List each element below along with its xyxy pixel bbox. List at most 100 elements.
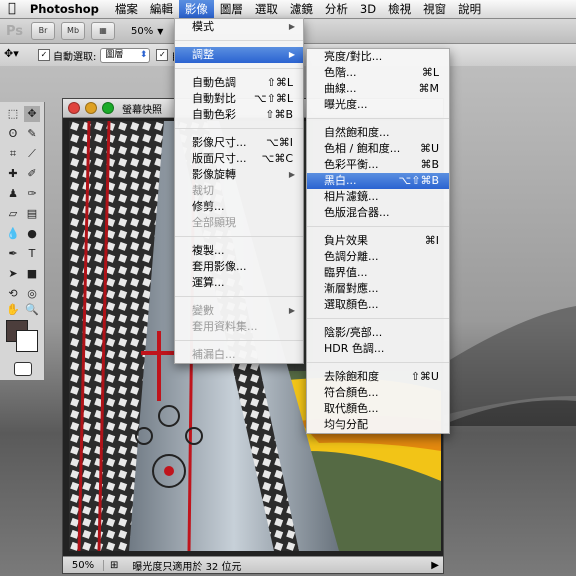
zoom-level[interactable]: 50% [131,26,153,37]
crop-tool-icon[interactable]: ⌗ [5,146,21,162]
shape-tool-icon[interactable]: ■ [24,266,40,282]
menu-window[interactable]: 視窗 [417,0,452,18]
clone-stamp-tool-icon[interactable]: ♟ [5,186,21,202]
adjust-menu-item[interactable]: 色版混合器... [307,205,449,221]
image-menu-item[interactable]: 自動色彩 ⇧⌘B [175,107,303,123]
image-menu-item[interactable]: 自動色調 ⇧⌘L [175,75,303,91]
minimize-icon[interactable] [85,102,97,114]
info-icon[interactable]: ⊞ [110,560,118,571]
menu-view[interactable]: 檢視 [382,0,417,18]
chevron-down-icon[interactable]: ▼ [157,27,163,36]
image-menu-item[interactable]: 複製... [175,243,303,259]
shortcut-label: ⌘M [418,82,440,95]
zoom-tool-icon[interactable]: 🔍 [24,302,40,318]
adjust-menu-item[interactable]: 自然飽和度... [307,125,449,141]
adjust-menu-item[interactable]: 亮度/對比... [307,49,449,65]
move-tool-icon[interactable]: ✥ [24,106,40,122]
adjust-menu-item[interactable]: 符合顏色... [307,385,449,401]
adjust-menu-item[interactable]: 去除飽和度 ⇧⌘U [307,369,449,385]
adjust-menu-item-label: 自然飽和度... [324,126,390,139]
adjust-menu-item[interactable]: 色調分離... [307,249,449,265]
image-menu-item-label: 影像旋轉 [192,168,236,181]
image-menu-item[interactable]: 影像尺寸... ⌥⌘I [175,135,303,151]
close-icon[interactable] [68,102,80,114]
adjust-menu-item[interactable]: 選取顏色... [307,297,449,313]
adjust-menu-separator [307,118,449,119]
menu-help[interactable]: 說明 [452,0,487,18]
dodge-tool-icon[interactable]: ● [24,226,40,242]
image-menu-item-label: 版面尺寸... [192,152,247,165]
document-zoom[interactable]: 50% [63,559,104,571]
adjust-menu-item[interactable]: 陰影/亮部... [307,325,449,341]
status-arrow-icon[interactable]: ▶ [431,560,439,571]
adjust-menu-item[interactable]: 相片濾鏡... [307,189,449,205]
mini-bridge-button[interactable]: Mb [61,22,86,40]
blur-tool-icon[interactable]: 💧 [5,226,21,242]
adjust-menu-item[interactable]: HDR 色調... [307,341,449,357]
adjust-menu-item[interactable]: 負片效果 ⌘I [307,233,449,249]
brush-tool-icon[interactable]: ✐ [24,166,40,182]
move-tool-preset-icon[interactable]: ✥▾ [4,47,30,63]
pen-tool-icon[interactable]: ✒ [5,246,21,262]
adjust-menu-item[interactable]: 曝光度... [307,97,449,113]
image-menu-item[interactable]: 運算... [175,275,303,291]
menu-edit[interactable]: 編輯 [144,0,179,18]
image-menu-item: 變數 ▶ [175,303,303,319]
eyedropper-tool-icon[interactable]: ⟋ [24,146,40,162]
document-title: 螢幕快照 [122,104,162,116]
menu-image[interactable]: 影像 [178,0,214,18]
adjust-menu-item[interactable]: 色彩平衡... ⌘B [307,157,449,173]
image-menu-separator [175,128,303,129]
adjust-menu-item[interactable]: 漸層對應... [307,281,449,297]
image-menu-item[interactable]: 套用影像... [175,259,303,275]
background-color-swatch[interactable] [16,330,38,352]
image-menu-item[interactable]: 調整 ▶ [175,47,303,63]
image-menu-item[interactable]: 修剪... [175,199,303,215]
autoselect-checkbox[interactable]: ✓ [38,49,50,61]
gradient-tool-icon[interactable]: ▤ [24,206,40,222]
image-menu-item[interactable]: 影像旋轉 ▶ [175,167,303,183]
adjust-menu-item-label: 曲線... [324,82,357,95]
menu-file[interactable]: 檔案 [109,0,144,18]
menu-filter[interactable]: 濾鏡 [284,0,319,18]
adjust-menu-item[interactable]: 取代顏色... [307,401,449,417]
marquee-tool-icon[interactable]: ⬚ [5,106,21,122]
bridge-button[interactable]: Br [31,22,56,40]
adjust-menu-item[interactable]: 黑白... ⌥⇧⌘B [307,173,449,189]
hand-tool-icon[interactable]: ✋ [5,302,21,318]
status-text: 曝光度只適用於 32 位元 [132,561,242,573]
view-extras-button[interactable]: ▦ [91,22,116,40]
image-menu-item[interactable]: 自動對比 ⌥⇧⌘L [175,91,303,107]
3d-rotate-tool-icon[interactable]: ⟲ [5,286,21,302]
submenu-arrow-icon: ▶ [288,22,295,31]
menu-layer[interactable]: 圖層 [214,0,249,18]
adjust-menu-item-label: 黑白... [324,174,357,187]
image-menu-item[interactable]: 模式 ▶ [175,19,303,35]
adjust-menu-item[interactable]: 臨界值... [307,265,449,281]
adjust-menu-item-label: 亮度/對比... [324,50,383,63]
quick-mask-icon[interactable] [14,362,32,376]
zoom-window-icon[interactable] [102,102,114,114]
image-menu-item[interactable]: 版面尺寸... ⌥⌘C [175,151,303,167]
show-transform-checkbox[interactable]: ✓ [156,49,169,61]
healing-brush-tool-icon[interactable]: ✚ [5,166,21,182]
history-brush-tool-icon[interactable]: ✑ [24,186,40,202]
menu-3d[interactable]: 3D [354,0,382,18]
3d-orbit-tool-icon[interactable]: ◎ [24,286,40,302]
path-select-tool-icon[interactable]: ➤ [5,266,21,282]
toolbox: ⬚ ✥ ʘ ✎ ⌗ ⟋ ✚ ✐ ♟ ✑ ▱ ▤ 💧 ● ✒ T ➤ ■ ⟲ ◎ … [0,102,45,381]
menu-select[interactable]: 選取 [249,0,284,18]
lasso-tool-icon[interactable]: ʘ [5,126,21,142]
adjust-menu-item[interactable]: 色相 / 飽和度... ⌘U [307,141,449,157]
adjust-menu-separator [307,362,449,363]
adjust-menu-item[interactable]: 曲線... ⌘M [307,81,449,97]
adjust-menu-item[interactable]: 均勻分配 [307,417,449,433]
eraser-tool-icon[interactable]: ▱ [5,206,21,222]
type-tool-icon[interactable]: T [24,246,40,262]
menu-analysis[interactable]: 分析 [319,0,354,18]
autoselect-dropdown[interactable]: 圖層 [100,47,151,63]
adjust-menu-item[interactable]: 色階... ⌘L [307,65,449,81]
quick-select-tool-icon[interactable]: ✎ [24,126,40,142]
app-menu[interactable]: Photoshop [24,0,109,18]
apple-icon[interactable]:  [0,0,24,18]
